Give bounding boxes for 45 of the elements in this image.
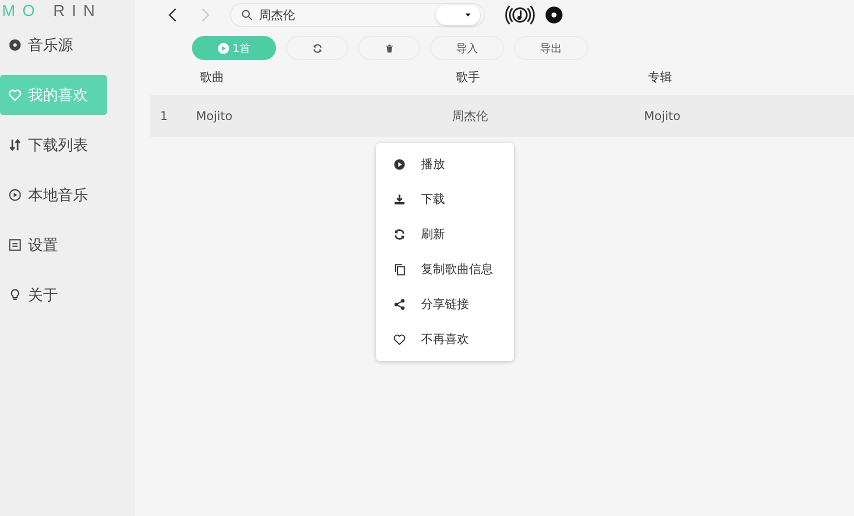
sidebar-item[interactable]: 下载列表 [0, 125, 107, 165]
menu-item[interactable]: 刷新 [376, 217, 514, 252]
sort-arrows-icon [8, 138, 22, 152]
play-circle-icon [8, 188, 22, 202]
search-field[interactable]: 周杰伦 [230, 3, 485, 27]
menu-item[interactable]: 不再喜欢 [376, 322, 514, 357]
action-button[interactable]: 导入 [430, 36, 504, 60]
refresh-icon [312, 42, 322, 54]
table-row[interactable]: 1 Mojito 周杰伦 Mojito [150, 95, 854, 137]
settings-icon [8, 238, 22, 252]
action-button[interactable]: 导出 [514, 36, 588, 60]
heart-icon [8, 88, 22, 102]
copy-icon [393, 263, 406, 276]
sidebar-item[interactable]: 设置 [0, 225, 107, 265]
sidebar-item[interactable]: 本地音乐 [0, 175, 107, 215]
caret-icon [464, 11, 472, 19]
menu-item[interactable]: 播放 [376, 147, 514, 182]
music-note-waves-icon [503, 3, 537, 27]
play-icon [218, 42, 228, 54]
sidebar-item[interactable]: 音乐源 [0, 25, 107, 65]
table-cell: Mojito [644, 109, 680, 123]
share-icon [393, 298, 406, 311]
menu-item[interactable]: 下载 [376, 182, 514, 217]
table-cell-text: 周杰伦 [452, 108, 489, 124]
sidebar-item[interactable]: 关于 [0, 275, 107, 315]
table-cell-text: Mojito [196, 109, 234, 123]
column-header: 歌手 [456, 68, 481, 86]
disc-icon [545, 6, 563, 24]
column-header: 专辑 [648, 68, 672, 86]
menu-item[interactable]: 分享链接 [376, 287, 514, 322]
delete-button[interactable] [358, 36, 420, 60]
trash-icon [384, 44, 394, 52]
refresh-icon [393, 228, 406, 241]
download-icon [393, 193, 406, 206]
search-icon [241, 9, 253, 21]
app-logo: MO RIN [1, 2, 103, 22]
play-icon [393, 158, 406, 171]
menu-item[interactable]: 复制歌曲信息 [376, 252, 514, 287]
refresh-button[interactable] [286, 36, 348, 60]
disc-icon [8, 38, 22, 52]
column-header: 歌曲 [200, 68, 225, 86]
lightbulb-icon [8, 288, 22, 302]
heart-icon [393, 333, 406, 346]
row-number: 1 [159, 109, 169, 123]
source-selector-button[interactable] [436, 5, 480, 25]
